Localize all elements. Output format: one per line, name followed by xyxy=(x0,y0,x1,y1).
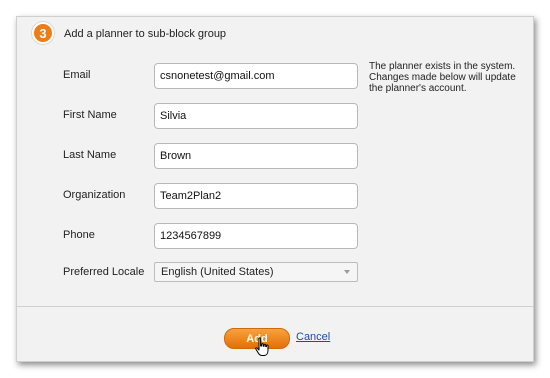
locale-selected-value: English (United States) xyxy=(161,266,274,278)
organization-row: Organization xyxy=(17,183,377,209)
first-name-label: First Name xyxy=(63,109,117,121)
phone-field[interactable] xyxy=(154,223,358,249)
last-name-label: Last Name xyxy=(63,149,117,161)
email-row: Email xyxy=(17,63,377,89)
planner-exists-note: The planner exists in the system. Change… xyxy=(369,61,516,94)
cancel-link[interactable]: Cancel xyxy=(296,331,330,343)
phone-row: Phone xyxy=(17,223,377,249)
locale-row: Preferred Locale English (United States) xyxy=(17,260,377,286)
email-field[interactable] xyxy=(154,63,358,89)
add-planner-dialog: 3 Add a planner to sub-block group Email… xyxy=(16,16,534,362)
locale-label: Preferred Locale xyxy=(63,266,145,278)
phone-label: Phone xyxy=(63,229,95,241)
first-name-field[interactable] xyxy=(154,103,358,129)
last-name-row: Last Name xyxy=(17,143,377,169)
first-name-row: First Name xyxy=(17,103,377,129)
step-number-badge: 3 xyxy=(32,22,54,44)
organization-label: Organization xyxy=(63,189,126,201)
chevron-down-icon xyxy=(344,270,350,274)
locale-select[interactable]: English (United States) xyxy=(154,262,358,282)
divider xyxy=(17,306,533,307)
last-name-field[interactable] xyxy=(154,143,358,169)
hand-pointer-icon xyxy=(255,337,269,356)
organization-field[interactable] xyxy=(154,183,358,209)
email-label: Email xyxy=(63,69,91,81)
dialog-title: Add a planner to sub-block group xyxy=(64,28,227,40)
